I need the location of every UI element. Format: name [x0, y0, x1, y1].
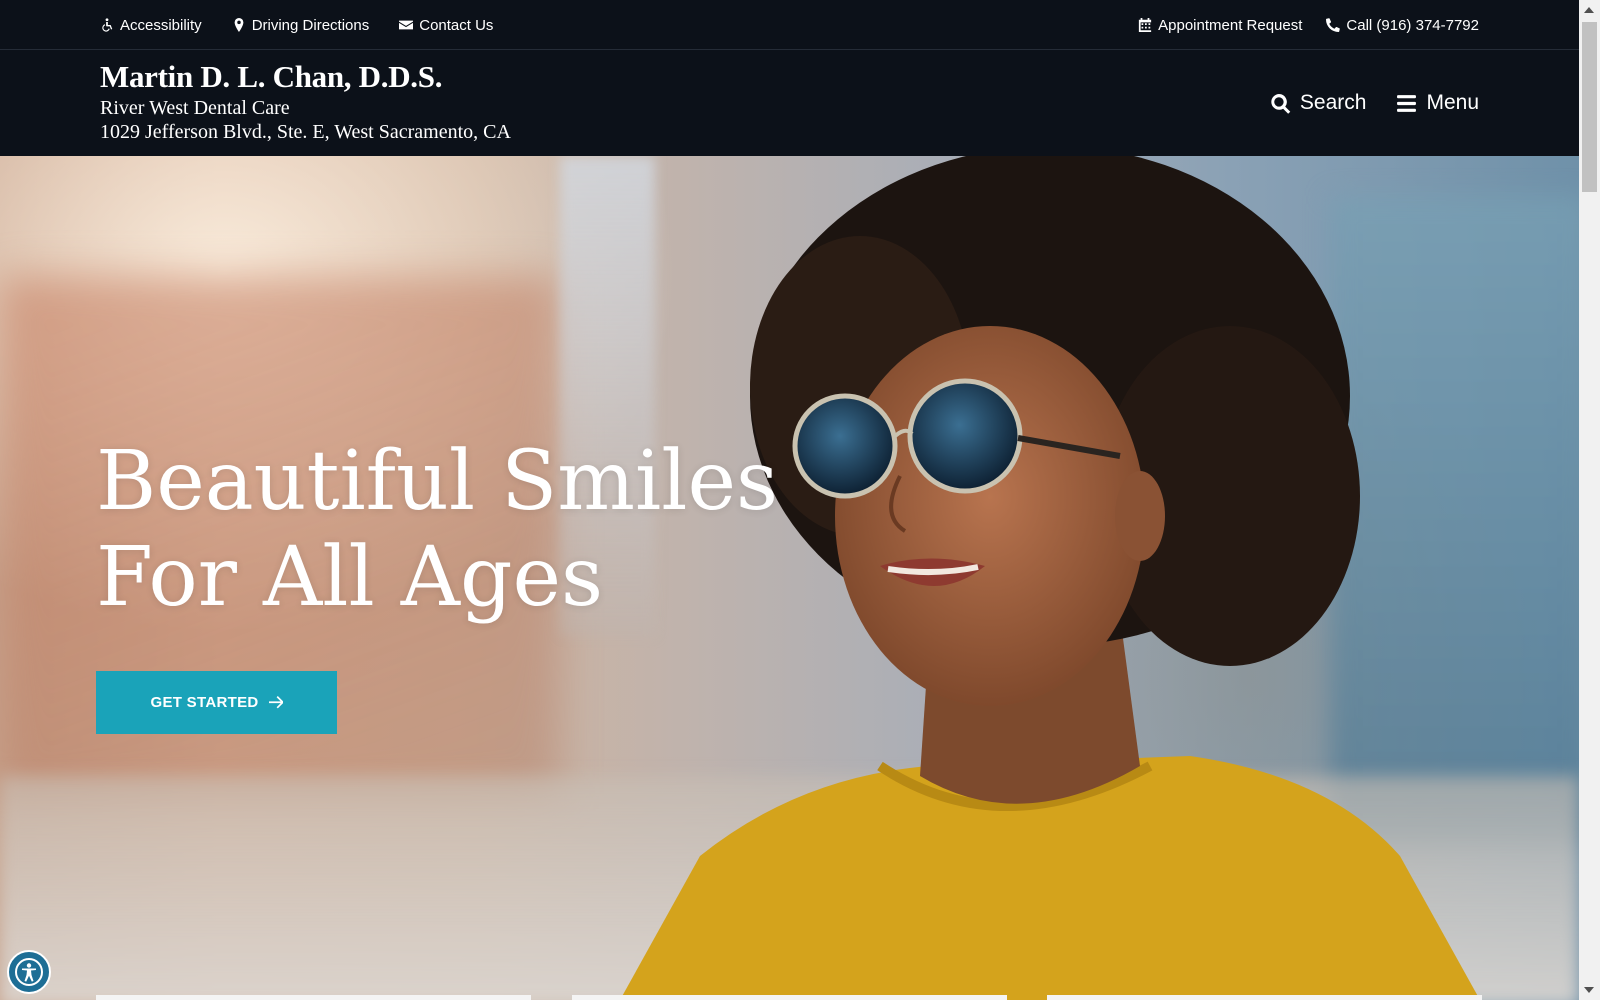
card-peek-2 — [572, 995, 1007, 1000]
get-started-button[interactable]: GET STARTED — [96, 671, 337, 734]
scroll-up-arrow[interactable] — [1584, 7, 1594, 13]
accessibility-link-label: Accessibility — [120, 16, 202, 34]
accessibility-person-icon — [15, 958, 43, 986]
search-button-label: Search — [1299, 91, 1367, 114]
accessibility-link[interactable]: Accessibility — [100, 17, 202, 34]
doctor-name: Martin D. L. Chan, D.D.S. — [100, 59, 443, 94]
map-marker-icon — [234, 18, 244, 32]
envelope-icon — [399, 20, 414, 30]
practice-name: River West Dental Care — [100, 97, 290, 119]
accessibility-widget-button[interactable] — [7, 950, 51, 994]
site-header: Martin D. L. Chan, D.D.S. River West Den… — [0, 50, 1579, 156]
call-label: Call (916) 374-7792 — [1346, 16, 1479, 34]
hero-headline-line1: Beautiful Smiles — [96, 434, 779, 529]
get-started-label: GET STARTED — [150, 694, 259, 711]
appointment-request-label: Appointment Request — [1158, 16, 1303, 34]
menu-button[interactable]: Menu — [1396, 91, 1479, 115]
search-button[interactable]: Search — [1270, 91, 1367, 115]
practice-address: 1029 Jefferson Blvd., Ste. E, West Sacra… — [100, 121, 511, 143]
appointment-request-link[interactable]: Appointment Request — [1138, 17, 1302, 34]
utility-bar: Accessibility Driving Directions Contact… — [0, 0, 1579, 50]
brand-block[interactable]: Martin D. L. Chan, D.D.S. River West Den… — [100, 58, 511, 144]
page-scrollbar[interactable] — [1579, 0, 1600, 1000]
hero-headline: Beautiful Smiles For All Ages — [96, 434, 778, 626]
card-peek-3 — [1047, 995, 1482, 1000]
hero-headline-line2: For All Ages — [96, 530, 604, 625]
contact-us-link[interactable]: Contact Us — [399, 17, 493, 34]
hamburger-menu-icon — [1397, 94, 1417, 112]
header-actions: Search Menu — [1270, 50, 1479, 156]
arrow-right-icon — [268, 695, 283, 708]
hero-banner: Beautiful Smiles For All Ages GET STARTE… — [0, 156, 1579, 1000]
search-icon — [1271, 93, 1291, 114]
scroll-thumb[interactable] — [1582, 22, 1597, 192]
wheelchair-icon — [102, 18, 113, 32]
contact-us-label: Contact Us — [419, 16, 494, 34]
menu-button-label: Menu — [1426, 91, 1479, 114]
phone-icon — [1326, 18, 1341, 32]
call-link[interactable]: Call (916) 374-7792 — [1326, 17, 1479, 34]
card-peek-1 — [96, 995, 531, 1000]
utility-links-left: Accessibility Driving Directions Contact… — [100, 0, 493, 50]
utility-links-right: Appointment Request Call (916) 374-7792 — [1138, 0, 1479, 50]
driving-directions-link[interactable]: Driving Directions — [232, 16, 370, 34]
scroll-down-arrow[interactable] — [1584, 987, 1594, 993]
calendar-icon — [1139, 18, 1152, 32]
driving-directions-label: Driving Directions — [251, 16, 370, 34]
